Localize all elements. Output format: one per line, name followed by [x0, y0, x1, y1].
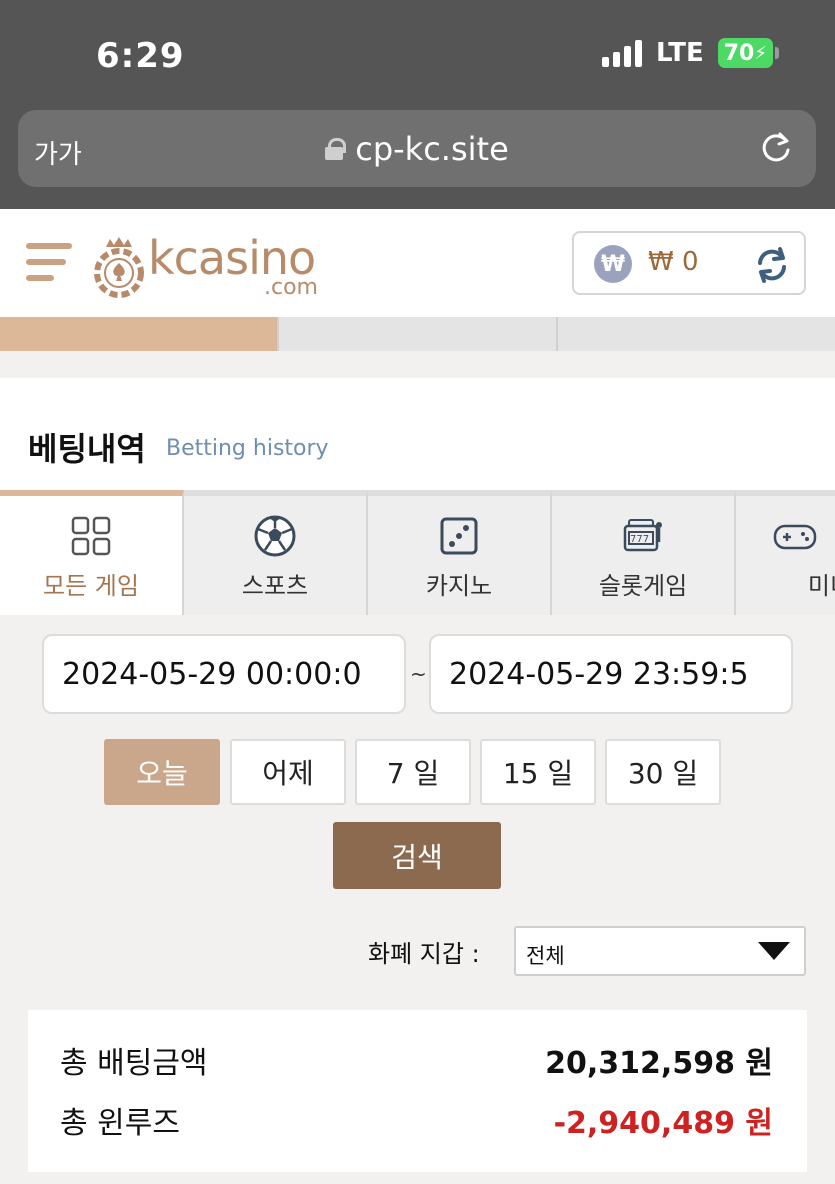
tab-label: 모든 게임: [43, 572, 139, 600]
svg-text:777: 777: [630, 534, 649, 545]
chip-spade-icon: [94, 237, 144, 298]
menu-icon[interactable]: [26, 239, 74, 287]
refresh-icon[interactable]: [752, 245, 792, 285]
battery-level: 70: [723, 40, 755, 66]
range-yesterday-button[interactable]: 어제: [230, 739, 346, 805]
total-bet-label: 총 배팅금액: [60, 1046, 208, 1081]
status-time: 6:29: [96, 36, 185, 76]
site-logo[interactable]: kcasino .com: [92, 231, 327, 301]
tab-sports[interactable]: 스포츠: [184, 490, 368, 615]
top-tab-2[interactable]: [279, 317, 558, 351]
total-winloss-row: 총 윈루즈 -2,940,489 원: [60, 1098, 773, 1142]
game-tabs: 모든 게임 스포츠 카지노 777 슬롯게임 미: [0, 490, 835, 615]
site-header: kcasino .com ₩ ₩ 0: [0, 209, 835, 317]
soccer-ball-icon: [254, 515, 296, 557]
date-separator: ~: [410, 662, 427, 686]
top-tabs: [0, 317, 835, 351]
end-date-value: 2024-05-29 23:59:5: [449, 656, 749, 692]
tab-mini[interactable]: 미니: [736, 490, 835, 615]
status-indicators: LTE 70 ⚡: [601, 38, 779, 68]
wallet-select[interactable]: 전체: [514, 926, 806, 976]
page-title: 베팅내역: [28, 430, 146, 468]
dice-icon: [440, 517, 478, 555]
url-text[interactable]: cp-kc.site: [355, 130, 509, 168]
search-button[interactable]: 검색: [333, 822, 501, 889]
range-15days-button[interactable]: 15 일: [480, 739, 596, 805]
won-icon: ₩: [594, 245, 632, 283]
top-tab-1[interactable]: [0, 317, 279, 351]
page-subtitle: Betting history: [166, 436, 329, 461]
logo-sub: .com: [264, 275, 318, 300]
start-date-input[interactable]: 2024-05-29 00:00:0: [42, 634, 406, 714]
tab-label: 미니: [807, 572, 835, 600]
balance-value: ₩ 0: [648, 247, 699, 277]
address-bar[interactable]: 가가 cp-kc.site: [18, 110, 816, 187]
end-date-input[interactable]: 2024-05-29 23:59:5: [429, 634, 793, 714]
total-bet-value: 20,312,598 원: [545, 1046, 773, 1081]
betting-history-panel: 베팅내역 Betting history 모든 게임 스포츠 카지노 777 슬…: [0, 378, 835, 615]
gamepad-icon: [773, 524, 817, 550]
battery-icon: 70 ⚡: [717, 38, 779, 68]
tab-all-games[interactable]: 모든 게임: [0, 490, 184, 615]
tab-label: 카지노: [425, 572, 493, 600]
wallet-label: 화폐 지갑 :: [368, 940, 480, 968]
balance-widget: ₩ ₩ 0: [572, 231, 806, 295]
slot-machine-icon: 777: [623, 519, 662, 552]
top-tab-3[interactable]: [558, 317, 835, 351]
lock-icon: [325, 138, 347, 160]
signal-icon: [601, 39, 642, 67]
tab-casino[interactable]: 카지노: [368, 490, 552, 615]
grid-icon: [71, 516, 111, 556]
network-type: LTE: [655, 38, 704, 68]
summary-card: 총 배팅금액 20,312,598 원 총 윈루즈 -2,940,489 원: [28, 1010, 807, 1172]
total-winloss-label: 총 윈루즈: [60, 1106, 180, 1141]
tab-slots[interactable]: 777 슬롯게임: [552, 490, 736, 615]
caret-down-icon: [758, 942, 790, 960]
browser-chrome: 6:29 LTE 70 ⚡ 가가 cp-kc.site: [0, 0, 835, 209]
total-winloss-value: -2,940,489 원: [553, 1106, 773, 1141]
start-date-value: 2024-05-29 00:00:0: [62, 656, 362, 692]
range-30days-button[interactable]: 30 일: [605, 739, 721, 805]
tab-label: 슬롯게임: [598, 572, 688, 600]
tab-label: 스포츠: [241, 572, 309, 600]
total-bet-row: 총 배팅금액 20,312,598 원: [60, 1038, 773, 1082]
wallet-selected-value: 전체: [526, 944, 565, 968]
range-today-button[interactable]: 오늘: [104, 739, 220, 805]
range-7days-button[interactable]: 7 일: [355, 739, 471, 805]
reload-icon[interactable]: [756, 128, 796, 168]
